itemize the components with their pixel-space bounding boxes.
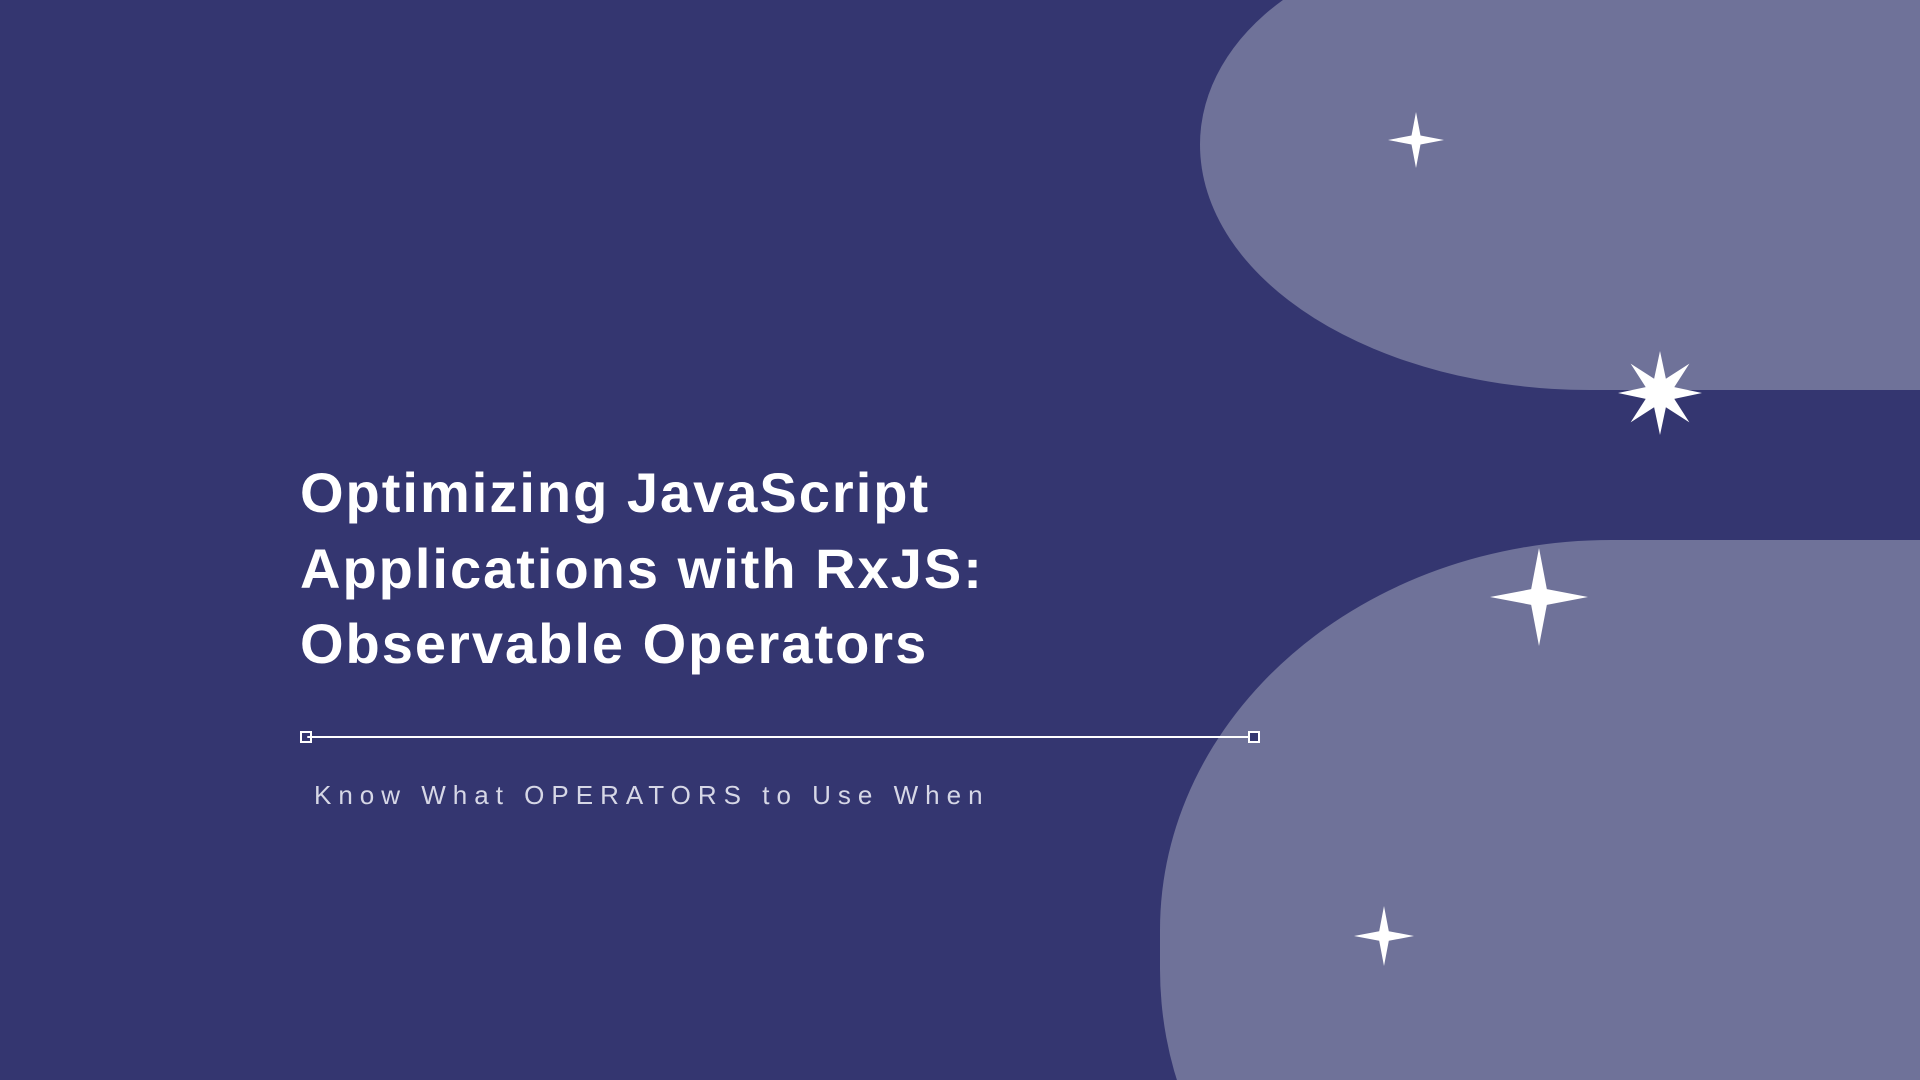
- blob-top-shape: [1200, 0, 1920, 390]
- sparkle-icon: [1354, 906, 1414, 966]
- divider: [300, 730, 1260, 744]
- content-block: Optimizing JavaScript Applications with …: [300, 455, 1300, 811]
- divider-line: [307, 736, 1253, 738]
- divider-cap-right: [1248, 731, 1260, 743]
- page-title: Optimizing JavaScript Applications with …: [300, 455, 1300, 682]
- page-subtitle: Know What OPERATORS to Use When: [314, 780, 1300, 811]
- sparkle-icon: [1490, 548, 1588, 646]
- star-icon: [1618, 351, 1702, 435]
- sparkle-icon: [1388, 112, 1444, 168]
